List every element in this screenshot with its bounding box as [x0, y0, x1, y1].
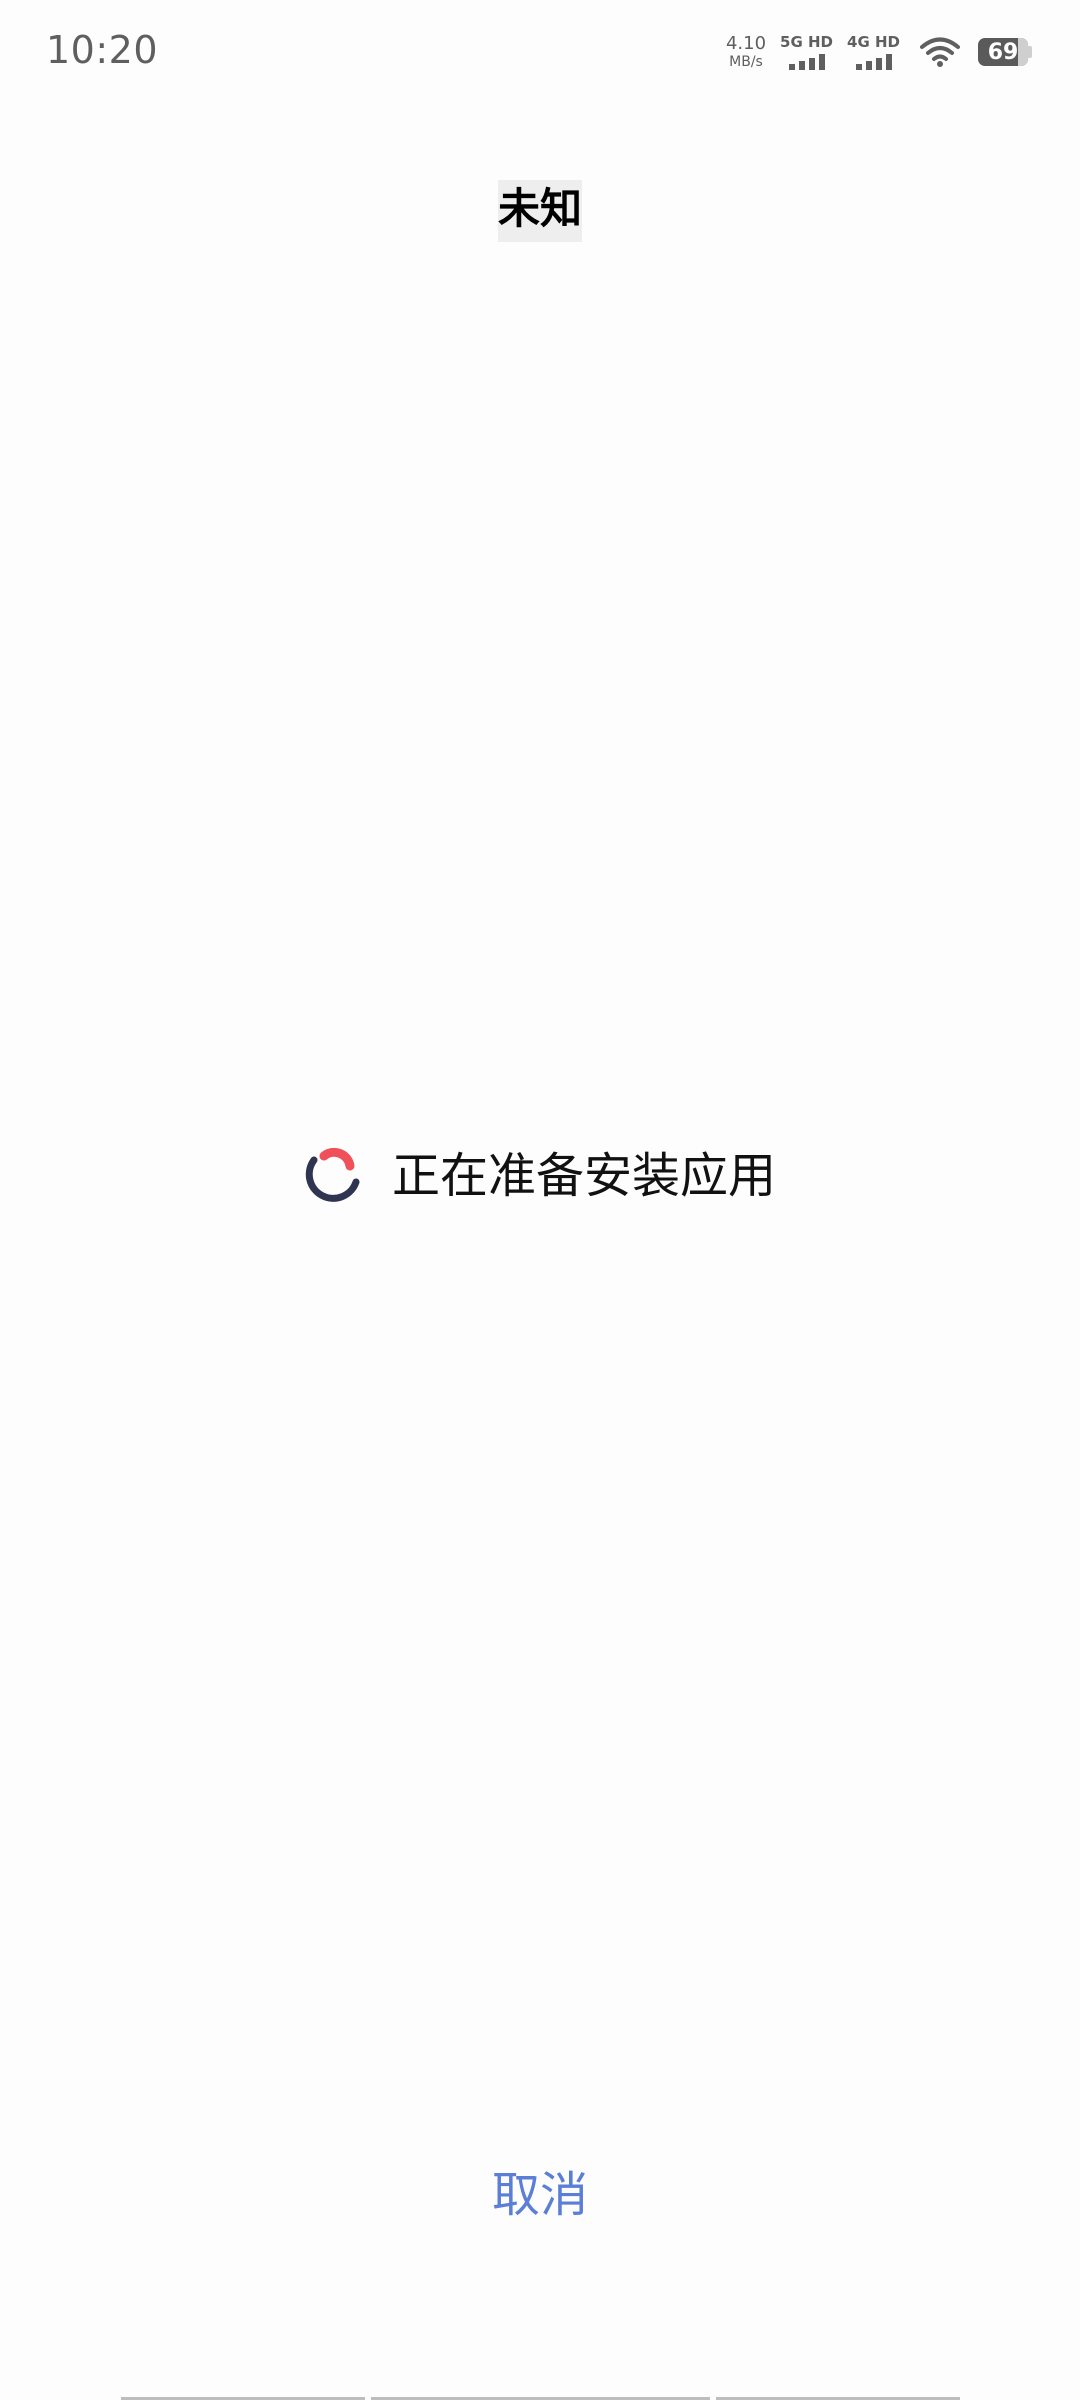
sim2-signal-label: 4G HD — [847, 32, 900, 51]
network-speed-unit: MB/s — [729, 54, 763, 70]
install-progress: 正在准备安装应用 — [0, 1136, 1080, 1206]
sim2-signal: 4G HD — [847, 32, 900, 70]
install-screen: 10:20 4.10 MB/s 5G HD 4G HD 69 未知 正在准备安装… — [0, 0, 1080, 2400]
battery-level: 69 — [987, 39, 1019, 65]
cancel-button[interactable]: 取消 — [440, 2150, 640, 2230]
page-title: 未知 — [0, 180, 1080, 243]
progress-message: 正在准备安装应用 — [391, 1148, 776, 1204]
loading-spinner-icon — [305, 1147, 360, 1202]
status-icons: 4.10 MB/s 5G HD 4G HD 69 — [726, 28, 1032, 76]
cell-signal-icon — [788, 53, 825, 70]
cell-signal-icon — [855, 53, 892, 70]
status-time: 10:20 — [46, 28, 159, 72]
app-name-title: 未知 — [497, 180, 582, 243]
status-bar: 10:20 4.10 MB/s 5G HD 4G HD 69 — [0, 0, 1080, 100]
wifi-icon — [920, 37, 960, 67]
battery-indicator: 69 — [978, 38, 1032, 66]
battery-icon: 69 — [978, 38, 1028, 66]
network-speed-value: 4.10 — [725, 33, 767, 54]
network-speed: 4.10 MB/s — [725, 33, 767, 70]
sim1-signal: 5G HD — [780, 32, 834, 70]
sim1-signal-label: 5G HD — [780, 32, 834, 51]
